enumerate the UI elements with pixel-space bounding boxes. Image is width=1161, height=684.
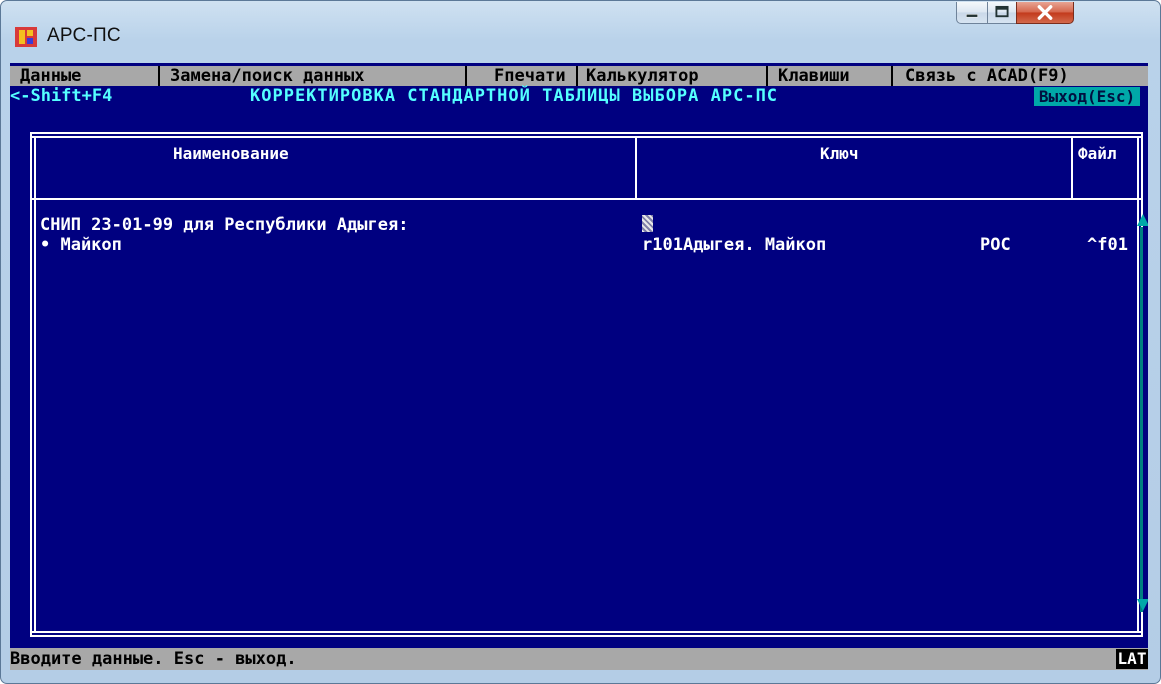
- menu-separator: [891, 66, 893, 86]
- table-border: [30, 132, 32, 637]
- shift-hint: <-Shift+F4: [10, 86, 113, 106]
- row-name[interactable]: • Майкоп: [40, 235, 122, 255]
- column-header-key: Ключ: [820, 144, 859, 163]
- table-border: [30, 631, 1143, 633]
- window-title: АРС-ПС: [47, 25, 121, 46]
- table-border: [1137, 136, 1139, 633]
- menu-separator: [766, 66, 768, 86]
- menu-separator: [158, 66, 160, 86]
- app-icon: [15, 27, 37, 47]
- row-code[interactable]: РОС: [980, 235, 1011, 255]
- maximize-button[interactable]: [987, 2, 1017, 24]
- table-border: [30, 132, 1143, 134]
- keyboard-layout-indicator: LAT: [1116, 649, 1148, 669]
- table-border: [30, 635, 1143, 637]
- menu-item-acad-link[interactable]: Связь с ACAD(F9): [905, 66, 1069, 86]
- table-border: [34, 136, 36, 633]
- row-key[interactable]: r101Адыгея. Майкоп: [642, 235, 826, 255]
- column-header-file: Файл: [1078, 144, 1117, 163]
- status-bar: Вводите данные. Esc - выход. LAT: [10, 648, 1148, 670]
- maximize-icon: [995, 5, 1009, 18]
- column-divider: [1071, 136, 1073, 200]
- menu-separator: [465, 66, 467, 86]
- menu-item-data[interactable]: Данные: [20, 66, 81, 86]
- exit-button[interactable]: Выход(Esc): [1034, 87, 1140, 106]
- minimize-icon: [966, 14, 978, 18]
- close-icon: [1037, 5, 1053, 20]
- app-window: АРС-ПС Данные Замена/поиск данных Fпечат…: [0, 0, 1161, 684]
- status-message: Вводите данные. Esc - выход.: [10, 649, 297, 669]
- text-cursor: [642, 215, 653, 232]
- scrollbar-track[interactable]: [1140, 227, 1143, 612]
- scroll-up-arrow-icon[interactable]: [1136, 213, 1148, 227]
- minimize-button[interactable]: [956, 2, 988, 24]
- row-file[interactable]: ^f01: [1087, 235, 1128, 255]
- menu-item-calculator[interactable]: Калькулятор: [586, 66, 699, 86]
- menu-bar: Данные Замена/поиск данных Fпечати Кальк…: [10, 66, 1148, 86]
- header-row: <-Shift+F4 КОРРЕКТИРОВКА СТАНДАРТНОЙ ТАБ…: [10, 86, 1148, 107]
- table-header-divider: [30, 198, 1143, 200]
- table-border: [30, 136, 1143, 138]
- scroll-down-arrow-icon[interactable]: [1136, 598, 1148, 612]
- group-heading: СНИП 23-01-99 для Республики Адыгея:: [40, 215, 409, 235]
- menu-item-replace-search[interactable]: Замена/поиск данных: [170, 66, 364, 86]
- column-header-name: Наименование: [173, 144, 289, 163]
- dos-console[interactable]: Данные Замена/поиск данных Fпечати Кальк…: [10, 63, 1148, 670]
- column-divider: [635, 136, 637, 200]
- menu-item-print[interactable]: Fпечати: [494, 66, 566, 86]
- menu-item-keys[interactable]: Клавиши: [778, 66, 850, 86]
- close-button[interactable]: [1016, 2, 1074, 24]
- menu-separator: [576, 66, 578, 86]
- screen-title: КОРРЕКТИРОВКА СТАНДАРТНОЙ ТАБЛИЦЫ ВЫБОРА…: [250, 86, 779, 106]
- title-bar[interactable]: АРС-ПС: [1, 1, 1160, 63]
